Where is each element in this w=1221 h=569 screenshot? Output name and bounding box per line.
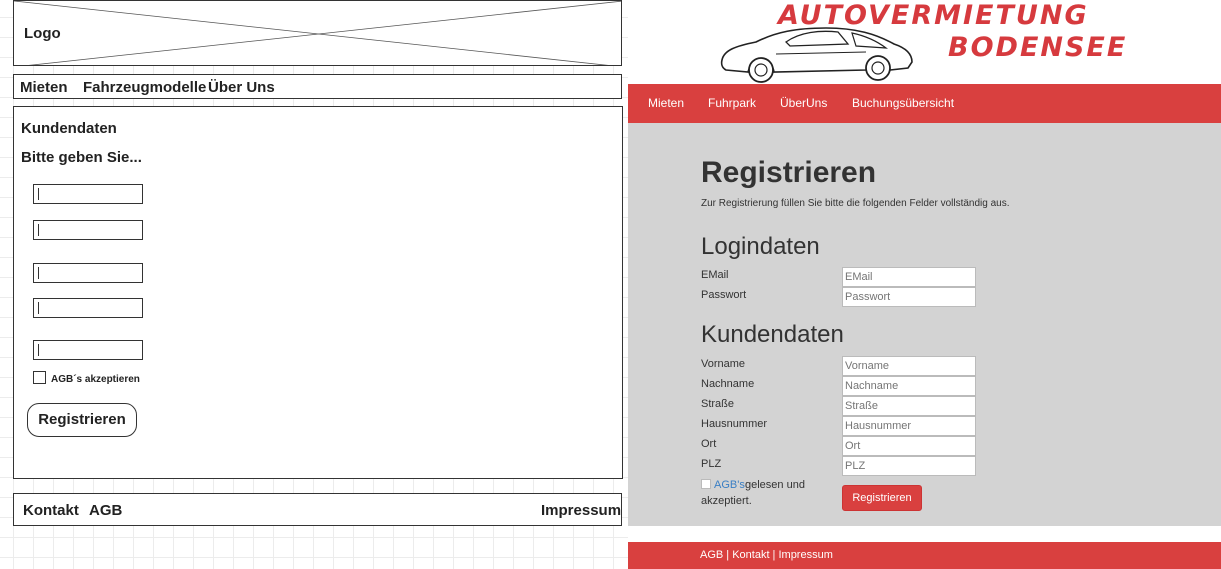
- agb-checkbox[interactable]: [701, 479, 711, 489]
- plz-field[interactable]: [842, 456, 976, 476]
- agb-link[interactable]: AGB's: [714, 479, 745, 491]
- email-field[interactable]: [842, 267, 976, 287]
- wireframe-logo-placeholder: Logo: [13, 0, 622, 66]
- page-title: Registrieren: [701, 156, 877, 189]
- email-label: EMail: [701, 269, 729, 281]
- wireframe-input-field[interactable]: [33, 263, 143, 283]
- strasse-label: Straße: [701, 398, 735, 410]
- login-section-heading: Logindaten: [701, 233, 820, 260]
- wireframe-main-panel: Kundendaten Bitte geben Sie... AGB´s akz…: [13, 106, 623, 479]
- wireframe-logo-label: Logo: [24, 25, 61, 42]
- brand-name-line1: AUTOVERMIETUNG: [778, 0, 1089, 31]
- plz-label: PLZ: [701, 458, 722, 470]
- wireframe-footer-kontakt[interactable]: Kontakt: [23, 502, 79, 519]
- password-field[interactable]: [842, 287, 976, 307]
- site-footer: AGB | Kontakt | Impressum: [628, 542, 1221, 569]
- nav-mieten[interactable]: Mieten: [648, 96, 684, 110]
- registration-panel: Registrieren Zur Registrierung füllen Si…: [628, 123, 1221, 526]
- nav-ueberuns[interactable]: ÜberUns: [780, 96, 827, 110]
- hausnummer-label: Hausnummer: [701, 418, 768, 430]
- password-label: Passwort: [701, 289, 747, 301]
- agb-consent-text: gelesen und: [745, 479, 805, 491]
- vorname-label: Vorname: [701, 358, 746, 370]
- wireframe-nav-bar: Mieten Fahrzeugmodelle Über Uns: [13, 74, 622, 99]
- wireframe-input-field[interactable]: [33, 340, 143, 360]
- wireframe-agb-checkbox[interactable]: [33, 371, 46, 384]
- wireframe-nav-ueber-uns[interactable]: Über Uns: [208, 79, 275, 96]
- brand-name-line2: BODENSEE: [948, 32, 1128, 63]
- nachname-label: Nachname: [701, 378, 755, 390]
- wireframe-register-button[interactable]: Registrieren: [27, 403, 137, 437]
- intro-text: Zur Registrierung füllen Sie bitte die f…: [701, 198, 1010, 209]
- ort-field[interactable]: [842, 436, 976, 456]
- wireframe-agb-checkbox-label: AGB´s akzeptieren: [51, 374, 140, 385]
- vorname-field[interactable]: [842, 356, 976, 376]
- strasse-field[interactable]: [842, 396, 976, 416]
- wireframe-input-field[interactable]: [33, 298, 143, 318]
- agb-consent-text-line2: akzeptiert.: [701, 495, 752, 507]
- nav-fuhrpark[interactable]: Fuhrpark: [708, 96, 756, 110]
- wireframe-mockup: Logo Mieten Fahrzeugmodelle Über Uns Kun…: [0, 0, 628, 569]
- site-header: AUTOVERMIETUNG BODENSEE: [628, 0, 1221, 84]
- website-preview: AUTOVERMIETUNG BODENSEE Mieten Fuhrpark …: [628, 0, 1221, 569]
- wireframe-input-field[interactable]: [33, 184, 143, 204]
- wireframe-footer-agb[interactable]: AGB: [89, 502, 122, 519]
- wireframe-input-field[interactable]: [33, 220, 143, 240]
- ort-label: Ort: [701, 438, 717, 450]
- site-nav-bar: Mieten Fuhrpark ÜberUns Buchungsübersich…: [628, 84, 1221, 123]
- nachname-field[interactable]: [842, 376, 976, 396]
- customer-section-heading: Kundendaten: [701, 321, 844, 348]
- footer-links[interactable]: AGB | Kontakt | Impressum: [700, 549, 833, 561]
- register-button[interactable]: Registrieren: [842, 485, 922, 511]
- nav-buchungsuebersicht[interactable]: Buchungsübersicht: [852, 96, 954, 110]
- hausnummer-field[interactable]: [842, 416, 976, 436]
- logo-placeholder-cross-icon: [14, 1, 621, 65]
- wireframe-nav-mieten[interactable]: Mieten: [20, 79, 68, 96]
- wireframe-nav-fahrzeugmodelle[interactable]: Fahrzeugmodelle: [83, 79, 206, 96]
- wireframe-heading: Kundendaten: [21, 120, 117, 137]
- wireframe-footer: Kontakt AGB Impressum: [13, 493, 622, 526]
- wireframe-subheading: Bitte geben Sie...: [21, 149, 142, 166]
- wireframe-footer-impressum[interactable]: Impressum: [541, 502, 621, 519]
